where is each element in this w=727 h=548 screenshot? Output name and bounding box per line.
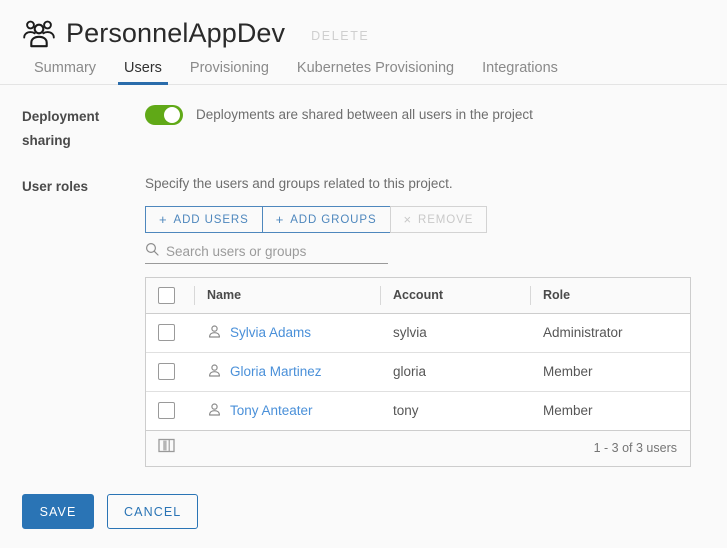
row-checkbox[interactable] [158,402,175,419]
save-button[interactable]: SAVE [22,494,94,529]
cancel-button[interactable]: CANCEL [107,494,199,529]
group-users-icon [22,18,56,48]
column-header-name[interactable]: Name [194,278,380,314]
add-users-label: ADD USERS [173,213,249,226]
search-field [145,239,388,264]
tab-provisioning[interactable]: Provisioning [176,60,283,84]
tab-integrations[interactable]: Integrations [468,60,572,84]
delete-button[interactable]: DELETE [311,24,369,43]
table-header-row: Name Account Role [146,278,690,314]
plus-icon: + [159,212,168,227]
deployment-sharing-label: Deployment sharing [22,105,145,153]
user-roles-label: User roles [22,179,89,194]
column-header-role[interactable]: Role [530,278,690,314]
add-groups-label: ADD GROUPS [290,213,377,226]
column-header-account[interactable]: Account [380,278,530,314]
deployment-sharing-toggle[interactable] [145,105,183,125]
row-name-cell: Sylvia Adams [194,313,380,353]
user-name-link[interactable]: Sylvia Adams [230,325,311,340]
user-roles-helper-text: Specify the users and groups related to … [145,176,453,191]
remove-button: × REMOVE [389,206,488,233]
search-icon [145,242,159,261]
row-account-cell: sylvia [380,313,530,353]
search-input[interactable] [166,243,388,259]
tab-bar: Summary Users Provisioning Kubernetes Pr… [0,52,727,85]
row-role-cell: Member [530,352,690,392]
action-bar: SAVE CANCEL [22,494,199,529]
tab-users[interactable]: Users [110,60,176,85]
columns-icon[interactable] [158,438,175,458]
deployment-sharing-label-line2: sharing [22,133,71,148]
row-name-cell: Tony Anteater [194,391,380,431]
add-users-button[interactable]: + ADD USERS [145,206,263,233]
tab-summary[interactable]: Summary [20,60,110,84]
row-account-cell: gloria [380,352,530,392]
row-select-cell [146,352,194,392]
user-roles-button-group: + ADD USERS + ADD GROUPS × REMOVE [145,206,488,233]
select-all-checkbox[interactable] [158,286,175,304]
user-name-link[interactable]: Gloria Martinez [230,364,322,379]
user-roles-row: User roles Specify the users and groups … [0,175,727,467]
row-checkbox[interactable] [158,363,175,380]
table-row[interactable]: Sylvia Adams sylvia Administrator [146,313,690,353]
select-all-header [146,278,194,314]
row-checkbox[interactable] [158,324,175,341]
remove-label: REMOVE [418,213,474,226]
deployment-sharing-label-line1: Deployment [22,109,100,124]
page-header: PersonnelAppDev DELETE [0,0,727,52]
plus-icon: + [275,212,285,227]
page-title: PersonnelAppDev [66,17,286,48]
table-body: Sylvia Adams sylvia Administrator Gloria… [146,313,690,431]
table-row[interactable]: Tony Anteater tony Member [146,391,690,431]
person-icon [207,402,222,420]
users-table: Name Account Role Sylvia Adams sylvia Ad… [145,277,691,467]
pagination-count: 1 - 3 of 3 users [593,441,677,455]
add-groups-button[interactable]: + ADD GROUPS [261,206,391,233]
row-account-cell: tony [380,391,530,431]
user-name-link[interactable]: Tony Anteater [230,403,313,418]
person-icon [207,324,222,342]
person-icon [207,363,222,381]
toggle-knob [164,107,180,123]
row-select-cell [146,391,194,431]
table-footer: 1 - 3 of 3 users [146,430,690,466]
row-role-cell: Administrator [530,313,690,353]
deployment-sharing-description: Deployments are shared between all users… [196,107,533,122]
deployment-sharing-row: Deployment sharing Deployments are share… [0,105,727,153]
table-row[interactable]: Gloria Martinez gloria Member [146,352,690,392]
tab-kubernetes-provisioning[interactable]: Kubernetes Provisioning [283,60,468,84]
row-name-cell: Gloria Martinez [194,352,380,392]
row-select-cell [146,313,194,353]
row-role-cell: Member [530,391,690,431]
close-icon: × [403,212,413,227]
form-body: Deployment sharing Deployments are share… [0,105,727,467]
